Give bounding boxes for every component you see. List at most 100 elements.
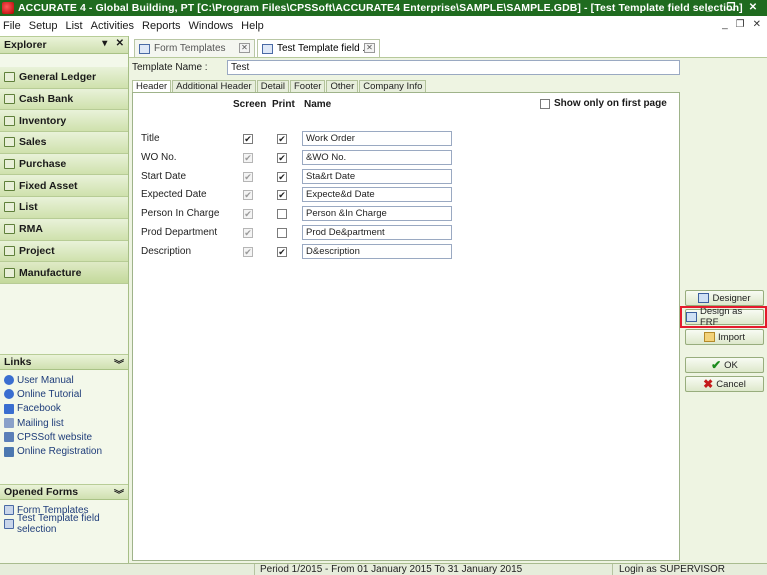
fixed-asset-icon	[4, 180, 15, 191]
module-label: General Ledger	[19, 71, 97, 84]
cancel-button[interactable]: ✖ Cancel	[685, 376, 764, 392]
designer-button[interactable]: Designer	[685, 290, 764, 306]
collapse-icon[interactable]: ︾	[114, 486, 124, 501]
opened-form-item[interactable]: Test Template field selection	[0, 513, 128, 535]
module-sales[interactable]: Sales	[0, 132, 128, 154]
mdi-close-icon[interactable]: ✕	[753, 19, 761, 30]
collapse-icon[interactable]: ︾	[114, 356, 124, 371]
chevron-down-icon[interactable]: ▾	[102, 38, 107, 49]
show-first-page-option[interactable]: Show only on first page	[540, 98, 667, 109]
module-cash-bank[interactable]: Cash Bank	[0, 88, 128, 111]
module-manufacture[interactable]: Manufacture	[0, 262, 128, 284]
mdi-minimize-icon[interactable]: _	[722, 19, 728, 30]
field-name-input[interactable]: Sta&rt Date	[302, 169, 452, 184]
tab-label: Test Template field ...	[277, 43, 371, 54]
menu-file[interactable]: File	[3, 20, 21, 32]
module-project[interactable]: Project	[0, 240, 128, 263]
field-name-input[interactable]: &WO No.	[302, 150, 452, 165]
field-label: Description	[141, 246, 192, 257]
close-icon[interactable]: ✕	[116, 38, 124, 49]
explorer-title: Explorer	[4, 39, 47, 51]
column-header-name: Name	[304, 99, 332, 110]
mail-icon	[4, 418, 14, 429]
field-name-input[interactable]: D&escription	[302, 244, 452, 259]
module-purchase[interactable]: Purchase	[0, 153, 128, 176]
template-name-input[interactable]: Test	[227, 60, 680, 75]
registration-icon	[4, 446, 14, 457]
print-checkbox[interactable]: ✔	[277, 153, 287, 163]
mdi-restore-icon[interactable]: ❐	[736, 19, 745, 30]
form-icon	[4, 519, 14, 530]
close-icon[interactable]: ✕	[239, 43, 250, 53]
link-user-manual[interactable]: User Manual	[0, 373, 128, 387]
mdi-controls: _ ❐ ✕	[722, 19, 761, 30]
link-label: Facebook	[17, 403, 61, 415]
module-label: Project	[19, 244, 55, 257]
field-name-input[interactable]: Expecte&d Date	[302, 187, 452, 202]
field-label: Person In Charge	[141, 208, 220, 219]
module-list[interactable]: List	[0, 197, 128, 219]
module-fixed-asset[interactable]: Fixed Asset	[0, 175, 128, 198]
field-name-input[interactable]: Work Order	[302, 131, 452, 146]
menu-reports[interactable]: Reports	[142, 20, 181, 32]
print-checkbox[interactable]: ✔	[277, 134, 287, 144]
link-label: User Manual	[17, 374, 74, 386]
link-facebook[interactable]: Facebook	[0, 402, 128, 416]
menu-setup[interactable]: Setup	[29, 20, 58, 32]
link-cpssoft-website[interactable]: CPSSoft website	[0, 430, 128, 444]
menu-windows[interactable]: Windows	[189, 20, 234, 32]
module-inventory[interactable]: Inventory	[0, 110, 128, 133]
module-label: RMA	[19, 223, 43, 236]
print-checkbox[interactable]: ✔	[277, 172, 287, 182]
print-checkbox[interactable]	[277, 209, 287, 219]
field-label: Prod Department	[141, 227, 218, 238]
menu-help[interactable]: Help	[241, 20, 264, 32]
link-online-registration[interactable]: Online Registration	[0, 444, 128, 458]
module-label: Purchase	[19, 158, 67, 171]
module-label: Manufacture	[19, 266, 82, 279]
form-icon	[262, 43, 273, 54]
project-icon	[4, 245, 15, 256]
print-checkbox[interactable]: ✔	[277, 190, 287, 200]
menu-activities[interactable]: Activities	[91, 20, 134, 32]
tab-test-template[interactable]: Test Template field ... ✕	[257, 39, 380, 57]
links-header[interactable]: Links ︾	[0, 354, 128, 371]
tab-form-templates[interactable]: Form Templates ✕	[134, 39, 255, 57]
opened-forms-header[interactable]: Opened Forms ︾	[0, 484, 128, 501]
window-title: ACCURATE 4 - Global Building, PT [C:\Pro…	[18, 2, 743, 14]
module-label: Sales	[19, 136, 47, 149]
module-label: Cash Bank	[19, 93, 74, 106]
ok-button[interactable]: ✔ OK	[685, 357, 764, 373]
import-button[interactable]: Import	[685, 329, 764, 345]
form-icon	[139, 43, 150, 54]
sales-icon	[4, 137, 15, 148]
link-online-tutorial[interactable]: Online Tutorial	[0, 387, 128, 401]
link-mailing-list[interactable]: Mailing list	[0, 416, 128, 430]
opened-forms-title: Opened Forms	[4, 486, 79, 498]
screen-checkbox[interactable]: ✔	[243, 134, 253, 144]
restore-icon[interactable]: ❐	[721, 1, 741, 14]
field-label: WO No.	[141, 152, 177, 163]
print-checkbox[interactable]	[277, 228, 287, 238]
close-icon[interactable]: ✕	[364, 43, 375, 53]
show-first-page-checkbox[interactable]	[540, 98, 550, 109]
minimize-icon[interactable]: _	[699, 1, 719, 14]
field-label: Start Date	[141, 171, 187, 182]
module-rma[interactable]: RMA	[0, 218, 128, 241]
form-icon	[4, 505, 14, 516]
status-bar: Period 1/2015 - From 01 January 2015 To …	[0, 563, 767, 575]
module-general-ledger[interactable]: General Ledger	[0, 67, 128, 89]
menu-list[interactable]: List	[65, 20, 82, 32]
field-row: Expected Date ✔ ✔ Expecte&d Date	[141, 187, 461, 203]
field-row: Title ✔ ✔ Work Order	[141, 131, 461, 147]
field-row: Person In Charge ✔ Person &In Charge	[141, 206, 461, 222]
field-name-input[interactable]: Prod De&partment	[302, 225, 452, 240]
screen-checkbox: ✔	[243, 152, 253, 163]
field-name-input[interactable]: Person &In Charge	[302, 206, 452, 221]
template-name-label: Template Name :	[132, 62, 208, 73]
print-checkbox[interactable]: ✔	[277, 247, 287, 257]
field-row: WO No. ✔ ✔ &WO No.	[141, 150, 461, 166]
x-icon: ✖	[703, 377, 714, 391]
close-icon[interactable]: ✕	[743, 1, 763, 14]
window-controls: _ ❐ ✕	[699, 1, 763, 14]
